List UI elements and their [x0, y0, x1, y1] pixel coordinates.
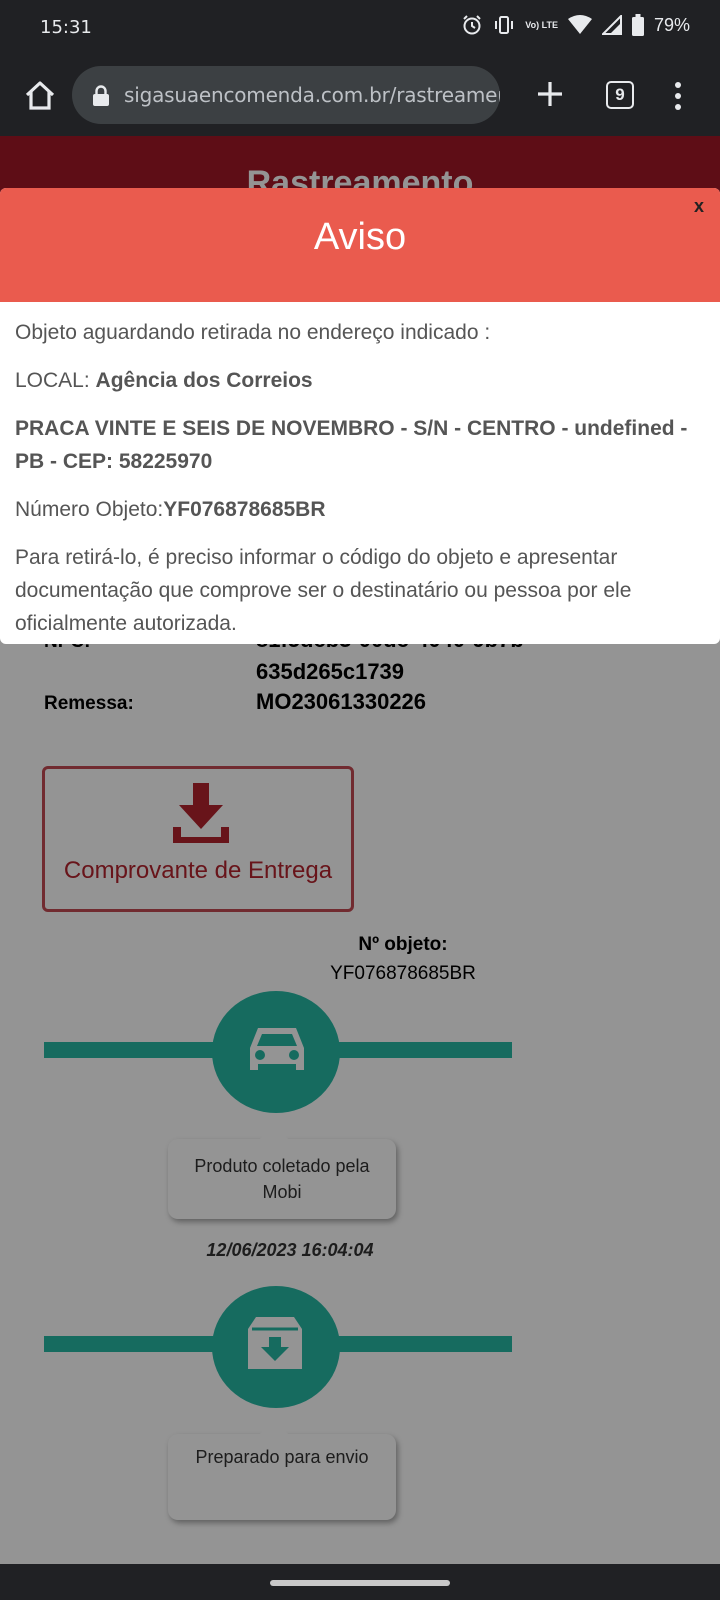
url-text[interactable]: sigasuaencomenda.com.br/rastreamento	[124, 83, 500, 107]
alarm-icon	[463, 15, 482, 35]
modal-local: LOCAL: Agência dos Correios	[15, 364, 705, 397]
battery-icon	[631, 14, 644, 36]
browser-toolbar: sigasuaencomenda.com.br/rastreamento 9	[0, 56, 720, 136]
close-button[interactable]: x	[694, 196, 704, 217]
home-gesture-handle[interactable]	[270, 1580, 450, 1586]
wifi-icon	[567, 15, 592, 34]
battery-percentage: 79%	[653, 14, 690, 35]
modal-title: Aviso	[313, 216, 407, 258]
modal-instructions: Para retirá-lo, é preciso informar o cód…	[15, 546, 632, 635]
new-tab-icon[interactable]	[530, 74, 570, 114]
cell-signal-icon	[601, 15, 622, 35]
modal-intro: Objeto aguardando retirada no endereço i…	[15, 321, 491, 344]
modal-header: Aviso x	[0, 188, 720, 302]
local-label: LOCAL:	[15, 369, 96, 392]
vibrate-icon	[495, 16, 514, 34]
address-text: PRACA VINTE E SEIS DE NOVEMBRO - S/N - C…	[15, 417, 688, 473]
numero-value: YF076878685BR	[163, 498, 326, 521]
lock-icon	[93, 85, 109, 106]
volte-lte-icon: Vo) LTE	[525, 19, 558, 30]
tab-count: 9	[615, 85, 625, 104]
modal-body: Objeto aguardando retirada no endereço i…	[15, 316, 705, 644]
local-value: Agência dos Correios	[95, 369, 313, 392]
tab-switcher-button[interactable]: 9	[606, 81, 634, 109]
modal-address: PRACA VINTE E SEIS DE NOVEMBRO - S/N - C…	[15, 412, 705, 478]
home-icon[interactable]	[20, 76, 60, 116]
notice-modal: Aviso x Objeto aguardando retirada no en…	[0, 188, 720, 644]
numero-label: Número Objeto:	[15, 498, 164, 521]
address-bar[interactable]: sigasuaencomenda.com.br/rastreamento	[72, 66, 500, 124]
web-page: Rastreamento NPC: 81f5dcb3-00dc-4040-9b7…	[0, 136, 720, 1564]
more-options-icon[interactable]	[666, 78, 690, 114]
system-nav-bar	[0, 1564, 720, 1600]
status-time: 15:31	[40, 17, 92, 38]
modal-object-number: Número Objeto:YF076878685BR	[15, 493, 705, 526]
network-label: Vo) LTE	[525, 19, 558, 30]
status-bar: 15:31 Vo) LTE 79%	[0, 0, 720, 56]
status-icons: Vo) LTE 79%	[461, 14, 690, 36]
